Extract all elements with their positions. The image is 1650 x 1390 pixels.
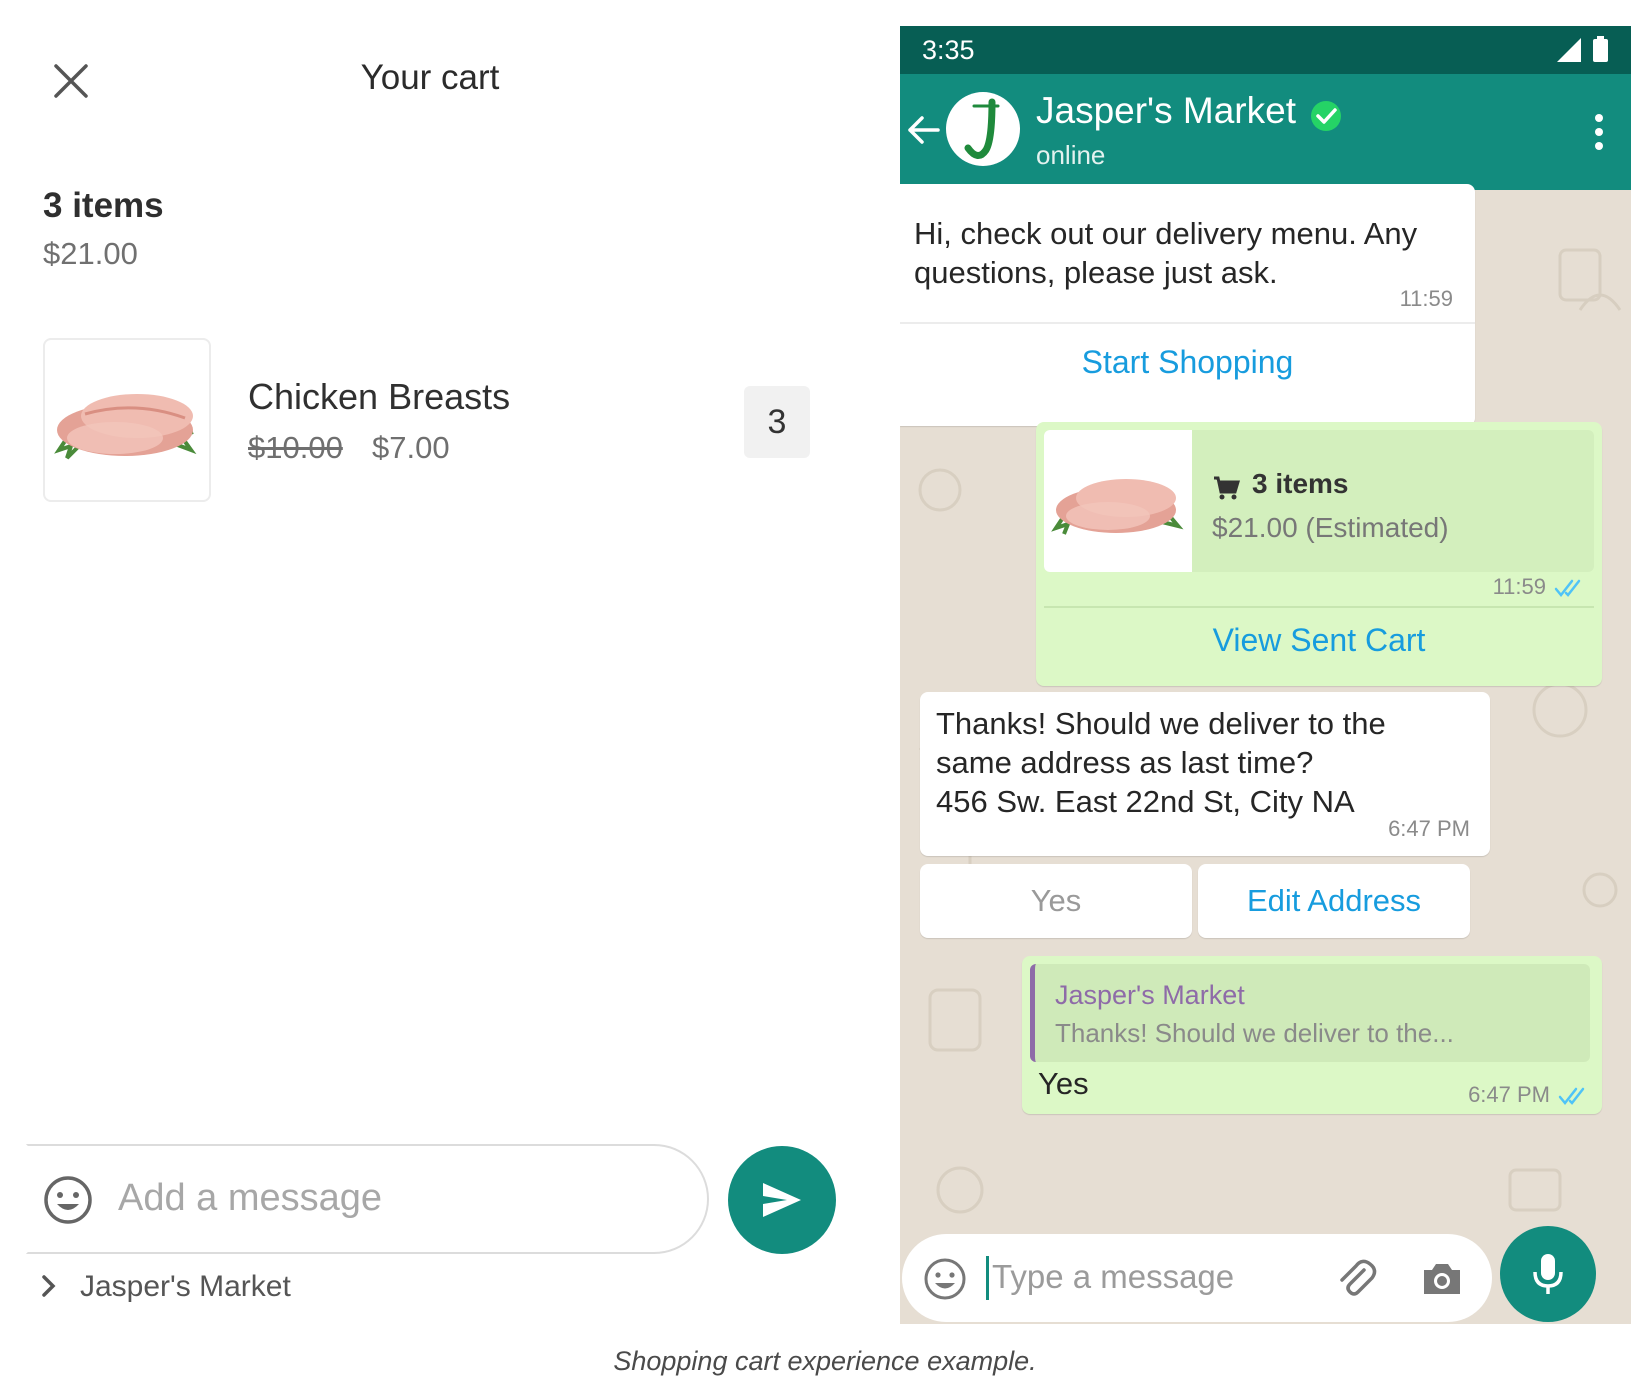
cart-title: Your cart (360, 58, 500, 97)
message-placeholder: Add a message (118, 1177, 383, 1219)
contact-name[interactable]: Jasper's Market (1036, 90, 1296, 132)
avatar[interactable] (946, 92, 1020, 166)
message-text: Thanks! Should we deliver to the same ad… (936, 704, 1476, 821)
edit-address-button[interactable]: Edit Address (1198, 864, 1470, 938)
message-time: 6:47 PM (1388, 816, 1470, 841)
chicken-breast-image (1044, 430, 1192, 572)
text-cursor (986, 1256, 989, 1300)
incoming-message: Hi, check out our delivery menu. Any que… (900, 184, 1475, 426)
send-button[interactable] (728, 1146, 836, 1254)
double-check-icon (1558, 1086, 1588, 1106)
cart-item-count: 3 items (43, 186, 164, 225)
divider (1044, 606, 1594, 608)
chat-screen: 3:35 Jasper's Market online Hi, check ou… (900, 26, 1631, 1324)
recipient-link[interactable]: Jasper's Market (80, 1270, 291, 1304)
quantity-selector[interactable]: 3 (744, 386, 810, 458)
verified-badge-icon (1308, 98, 1344, 134)
quoted-message[interactable]: Jasper's Market Thanks! Should we delive… (1030, 964, 1590, 1062)
message-time: 11:59 (1492, 574, 1546, 599)
item-sale-price: $7.00 (372, 430, 450, 465)
start-shopping-button[interactable]: Start Shopping (900, 344, 1475, 381)
incoming-message: Thanks! Should we deliver to the same ad… (920, 692, 1490, 856)
view-sent-cart-button[interactable]: View Sent Cart (1036, 622, 1602, 659)
message-line: same address as last time? (936, 745, 1314, 780)
signal-battery-icon (1551, 36, 1615, 64)
smiley-icon[interactable] (42, 1174, 94, 1226)
outgoing-reply-message: Jasper's Market Thanks! Should we delive… (1022, 956, 1602, 1114)
smiley-icon[interactable] (922, 1256, 968, 1302)
cart-card[interactable]: 3 items $21.00 (Estimated) (1044, 430, 1594, 572)
message-text: Yes (1038, 1066, 1089, 1101)
back-arrow-icon[interactable] (904, 110, 944, 150)
chevron-right-icon (40, 1274, 58, 1298)
quoted-text: Thanks! Should we deliver to the... (1055, 1018, 1454, 1048)
chat-input[interactable]: Type a message (902, 1234, 1492, 1322)
more-options-icon[interactable] (1593, 112, 1605, 152)
cart-total: $21.00 (43, 236, 138, 271)
message-line: Thanks! Should we deliver to the (936, 706, 1386, 741)
double-check-icon (1554, 578, 1584, 598)
send-icon (763, 1183, 801, 1217)
message-time: 6:47 PM (1468, 1082, 1550, 1107)
cart-screen: Your cart 3 items $21.00 Chicken Breasts… (0, 0, 870, 1330)
item-original-price: $10.00 (248, 430, 343, 465)
status-bar: 3:35 (900, 26, 1631, 74)
microphone-icon (1533, 1254, 1563, 1294)
cart-price: $21.00 (Estimated) (1212, 512, 1449, 543)
chicken-breast-image (43, 338, 211, 502)
cart-icon (1212, 474, 1241, 502)
close-icon[interactable] (52, 62, 90, 100)
contact-status: online (1036, 140, 1106, 170)
status-time: 3:35 (922, 35, 975, 65)
message-text: Hi, check out our delivery menu. Any que… (914, 216, 1418, 290)
chat-input-placeholder: Type a message (992, 1258, 1235, 1295)
item-name: Chicken Breasts (248, 376, 511, 417)
divider (900, 322, 1475, 324)
message-time: 11:59 (1399, 286, 1453, 311)
camera-icon[interactable] (1420, 1256, 1464, 1300)
paperclip-icon[interactable] (1334, 1256, 1378, 1300)
cart-item-count: 3 items (1252, 468, 1349, 499)
outgoing-cart-message: 3 items $21.00 (Estimated) 11:59 View Se… (1036, 422, 1602, 686)
quoted-sender: Jasper's Market (1055, 980, 1245, 1010)
reply-yes-button[interactable]: Yes (920, 864, 1192, 938)
microphone-button[interactable] (1500, 1226, 1596, 1322)
chat-header: Jasper's Market online (900, 74, 1631, 190)
figure-caption: Shopping cart experience example. (613, 1346, 1037, 1376)
